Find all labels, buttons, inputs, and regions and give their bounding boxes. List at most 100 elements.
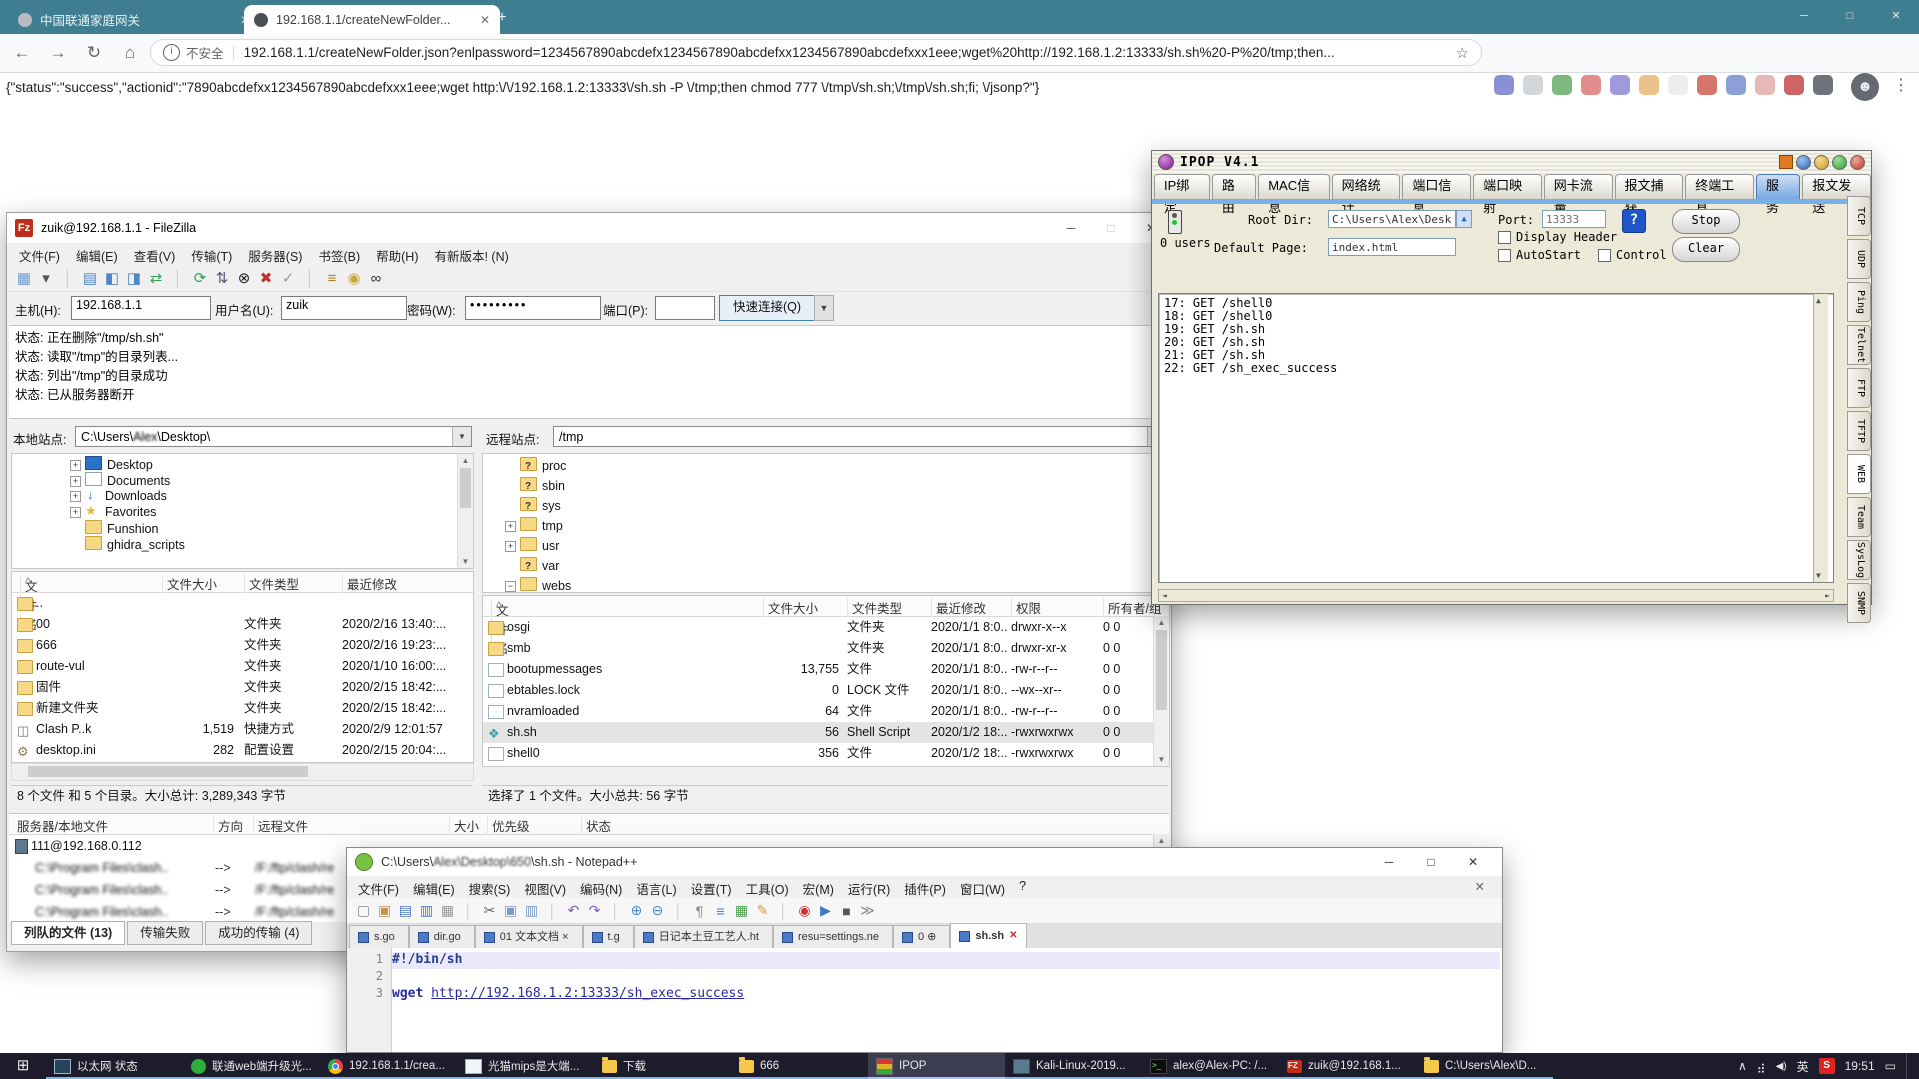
column-header-type[interactable]: 文件类型: [244, 574, 339, 593]
taskbar-app-button[interactable]: 192.168.1.1/crea...: [320, 1053, 457, 1079]
tree-item[interactable]: Funshion: [70, 520, 473, 536]
tree-item[interactable]: var: [505, 556, 1169, 576]
tree-expander-icon[interactable]: [505, 541, 516, 552]
toolbar-icon[interactable]: ↶: [563, 902, 584, 919]
column-header[interactable]: 方向: [213, 816, 254, 835]
maximize-button[interactable]: [1814, 155, 1829, 170]
port-input[interactable]: 13333: [1542, 210, 1606, 228]
scrollbar-thumb[interactable]: [460, 468, 471, 508]
extension-icon[interactable]: [1610, 75, 1630, 95]
menu-item[interactable]: 宏(M): [796, 876, 841, 898]
minimize-button[interactable]: ─: [1051, 213, 1091, 243]
document-tab[interactable]: s.go: [349, 925, 409, 948]
autostart-checkbox[interactable]: AutoStart: [1498, 248, 1581, 262]
local-tree-scrollbar[interactable]: ▲▼: [457, 454, 473, 568]
hidden-icons-caret[interactable]: ∧: [1738, 1059, 1747, 1073]
tree-item[interactable]: ghidra_scripts: [70, 536, 473, 552]
column-header-modified[interactable]: 最近修改: [342, 574, 467, 593]
tree-item[interactable]: Downloads: [70, 488, 473, 504]
menu-item[interactable]: 编辑(E): [68, 243, 126, 265]
network-icon[interactable]: ⣴: [1757, 1059, 1766, 1073]
minimize-button[interactable]: ─: [1368, 848, 1410, 876]
log-hscrollbar[interactable]: ◄►: [1158, 589, 1834, 602]
toolbar-icon[interactable]: ▤: [79, 269, 101, 287]
username-input[interactable]: zuik: [281, 296, 407, 320]
document-tab[interactable]: resu=settings.ne: [773, 925, 893, 948]
side-tab[interactable]: UDP: [1847, 239, 1871, 279]
taskbar-app-button[interactable]: zuik@192.168.1...: [1279, 1053, 1416, 1079]
tree-expander-icon[interactable]: [70, 476, 81, 487]
remote-site-combo[interactable]: /tmp ▼: [553, 426, 1167, 447]
taskbar-app-button[interactable]: 联通web端升级光...: [183, 1053, 320, 1079]
toolbar-icon[interactable]: │: [773, 903, 794, 919]
column-header[interactable]: 远程文件: [253, 816, 448, 835]
toolbar-icon[interactable]: │: [57, 270, 79, 287]
document-tab[interactable]: sh.sh ✕: [950, 923, 1026, 948]
side-tab[interactable]: SNMP: [1847, 583, 1871, 623]
password-input[interactable]: •••••••••: [465, 296, 601, 320]
start-button[interactable]: ⊞: [0, 1053, 46, 1079]
toolbar-icon[interactable]: ■: [836, 903, 857, 919]
display-header-checkbox[interactable]: Display Header: [1498, 230, 1617, 244]
toolbar-icon[interactable]: │: [668, 903, 689, 919]
menu-item[interactable]: 运行(R): [841, 876, 897, 898]
ipop-tab[interactable]: 终端工具: [1685, 174, 1754, 199]
side-tab[interactable]: TCP: [1847, 196, 1871, 236]
column-header-size[interactable]: 文件大小: [763, 598, 844, 617]
column-header[interactable]: 状态: [581, 816, 646, 835]
toolbar-icon[interactable]: │: [458, 903, 479, 919]
ipop-tab[interactable]: 网络统计: [1332, 174, 1401, 199]
menu-item[interactable]: 服务器(S): [240, 243, 310, 265]
toolbar-icon[interactable]: │: [299, 270, 321, 287]
quickconnect-button[interactable]: 快速连接(Q): [719, 295, 815, 321]
ime-icon[interactable]: S: [1819, 1058, 1835, 1074]
info-icon[interactable]: i: [163, 44, 180, 61]
table-row[interactable]: shell0 356 文件 2020/1/2 18:... -rwxrwxrwx…: [483, 743, 1169, 764]
show-desktop-button[interactable]: [1906, 1053, 1911, 1079]
table-row[interactable]: 666 文件夹 2020/2/16 19:23:...: [12, 635, 473, 656]
menu-item[interactable]: 文件(F): [351, 876, 406, 898]
menu-item[interactable]: 编码(N): [573, 876, 629, 898]
menu-item[interactable]: 工具(O): [739, 876, 796, 898]
toolbar-icon[interactable]: ∞: [365, 270, 387, 287]
ipop-tab[interactable]: IP绑定: [1154, 174, 1210, 199]
profile-avatar[interactable]: ☻: [1851, 73, 1879, 101]
ipop-tab[interactable]: 路由: [1212, 174, 1256, 199]
toolbar-icon[interactable]: ⊖: [647, 902, 668, 919]
scrollbar-thumb[interactable]: [1156, 630, 1167, 710]
taskbar-app-button[interactable]: 下载: [594, 1053, 731, 1079]
clock[interactable]: 19:51: [1845, 1059, 1875, 1073]
toolbar-icon[interactable]: ≡: [710, 903, 731, 919]
tab-close-icon[interactable]: ✕: [480, 13, 490, 27]
queue-tab[interactable]: 传输失败: [127, 921, 203, 945]
extension-icon[interactable]: [1755, 75, 1775, 95]
column-header-type[interactable]: 文件类型: [847, 598, 932, 617]
tree-expander-icon[interactable]: [505, 521, 516, 532]
browser-menu-icon[interactable]: ⋮: [1893, 75, 1909, 95]
toolbar-icon[interactable]: │: [542, 903, 563, 919]
column-header[interactable]: 优先级: [487, 816, 542, 835]
scrollbar-thumb[interactable]: [28, 766, 308, 777]
side-tab[interactable]: Team: [1847, 497, 1871, 537]
toolbar-icon[interactable]: ▦: [437, 902, 458, 919]
table-row[interactable]: Clash P..k 1,519 快捷方式 2020/2/9 12:01:57: [12, 719, 473, 740]
taskbar-app-button[interactable]: 666: [731, 1053, 868, 1079]
menu-item[interactable]: 帮助(H): [368, 243, 426, 265]
taskbar-app-button[interactable]: Kali-Linux-2019...: [1005, 1053, 1142, 1079]
notepad-titlebar[interactable]: C:\Users\Alex\Desktop\650\sh.sh - Notepa…: [347, 848, 1502, 876]
browser-tab-create-new-folder[interactable]: 192.168.1.1/createNewFolder... ✕: [244, 5, 500, 34]
minimize-button[interactable]: ─: [1781, 0, 1827, 33]
ipop-titlebar[interactable]: IPOP V4.1: [1152, 151, 1871, 173]
tree-item[interactable]: sys: [505, 496, 1169, 516]
tree-expander-icon[interactable]: [70, 460, 81, 471]
menu-item[interactable]: 语言(L): [629, 876, 683, 898]
menu-item[interactable]: 文件(F): [11, 243, 68, 265]
extension-icon[interactable]: [1726, 75, 1746, 95]
menu-item[interactable]: 编辑(E): [406, 876, 462, 898]
table-row[interactable]: bootupmessages 13,755 文件 2020/1/1 8:0...…: [483, 659, 1169, 680]
ipop-tab[interactable]: 网卡流量: [1544, 174, 1613, 199]
pin-icon[interactable]: [1779, 155, 1793, 169]
side-tab[interactable]: FTP: [1847, 368, 1871, 408]
toolbar-icon[interactable]: ◉: [794, 902, 815, 919]
toolbar-icon[interactable]: ↷: [584, 902, 605, 919]
